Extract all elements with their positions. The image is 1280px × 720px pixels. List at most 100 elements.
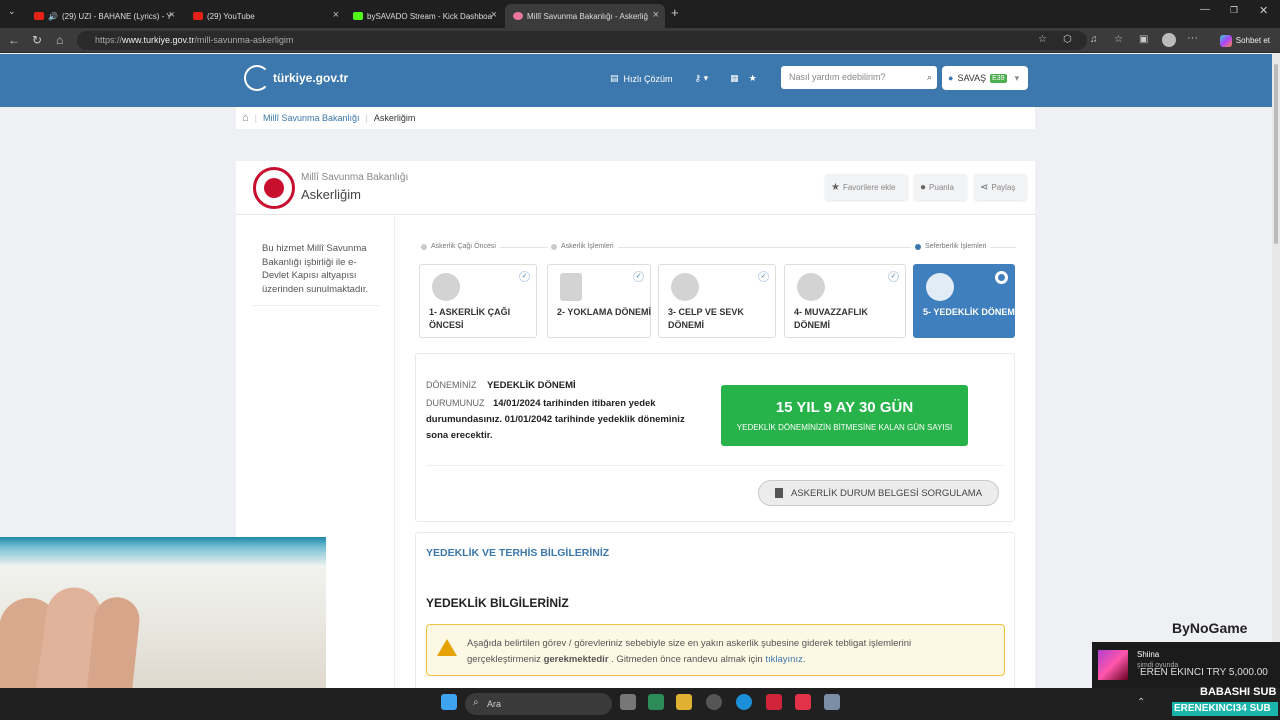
search-input[interactable]: Nasıl yardım edebilirim? (789, 72, 886, 82)
page-scrollbar[interactable] (1272, 54, 1280, 688)
copilot-icon (1219, 34, 1232, 47)
valorant-icon[interactable] (795, 694, 811, 710)
close-window-icon[interactable]: ✕ (1259, 4, 1268, 17)
search-icon[interactable]: ⌕ (927, 66, 932, 89)
close-tab-icon[interactable]: × (653, 9, 659, 21)
breadcrumb-item-current: Askerliğim (373, 113, 416, 123)
phase-mobilization: Seferberlik İşlemleri (911, 243, 991, 250)
windows-start-icon[interactable] (441, 694, 457, 710)
period-key: DÖNEMİNİZ (426, 380, 477, 390)
step-conscription[interactable]: ✓ 3- CELP VE SEVK DÖNEMİ (658, 264, 776, 338)
file-explorer-icon[interactable] (676, 694, 692, 710)
query-button-label: ASKERLİK DURUM BELGESİ SORGULAMA (790, 487, 983, 499)
alert-name: Shiina (1137, 650, 1160, 659)
new-tab-icon[interactable]: + (671, 5, 679, 20)
breadcrumb: ⌂ | Millî Savunma Bakanlığı | Askerliğim (236, 107, 1035, 129)
details-section-title[interactable]: YEDEKLİK VE TERHİS BİLGİLERİNİZ (426, 547, 609, 559)
more-icon[interactable]: ··· (1187, 32, 1198, 44)
appointment-link[interactable]: tıklayınız. (765, 654, 805, 665)
scrollbar-thumb[interactable] (1274, 64, 1278, 244)
warning-text-end: . Gitmeden önce randevu almak için (611, 654, 763, 665)
phase-label: Seferberlik İşlemleri (925, 243, 987, 250)
refresh-icon[interactable]: ↻ (32, 33, 42, 47)
reserve-info-title: YEDEKLİK BİLGİLERİNİZ (426, 596, 569, 610)
back-icon[interactable]: ← (8, 33, 20, 47)
quick-solution-button[interactable]: ▤ Hızlı Çözüm ⚷ ▾ ▦ ★ (610, 68, 757, 89)
youtube-icon (34, 12, 44, 20)
store-icon[interactable] (648, 694, 664, 710)
share-button[interactable]: ⋖ Paylaş (974, 174, 1027, 200)
maximize-icon[interactable]: ❐ (1230, 5, 1238, 16)
logo-ring-icon (244, 65, 270, 91)
wallet-icon[interactable]: ▣ (1139, 34, 1148, 45)
step-inspection[interactable]: ✓ 2- YOKLAMA DÖNEMİ (547, 264, 651, 338)
phase-military: Askerlik İşlemleri (547, 243, 618, 250)
tab-kick[interactable]: bySAVADO Stream - Kick Dashboa × (345, 4, 503, 28)
collections-icon[interactable]: ♫ (1090, 34, 1098, 45)
document-icon (774, 488, 783, 498)
step-active-duty[interactable]: ✓ 4- MUVAZZAFLIK DÖNEMİ (784, 264, 906, 338)
favorite-star-icon[interactable]: ☆ (1038, 34, 1047, 45)
home-icon[interactable]: ⌂ (242, 112, 249, 124)
audio-icon: 🔊 (48, 11, 58, 21)
tab-label: (29) UZI - BAHANE (Lyrics) - Y (61, 11, 172, 21)
close-tab-icon[interactable]: × (333, 9, 339, 21)
search-box[interactable]: Nasıl yardım edebilirim? ⌕ (781, 66, 937, 89)
tab-youtube-uzi[interactable]: 🔊 (29) UZI - BAHANE (Lyrics) - Y × (26, 4, 181, 28)
tray-chevron-icon[interactable]: ⌃ (1137, 697, 1145, 708)
close-tab-icon[interactable]: × (491, 9, 497, 21)
user-badge: E39 (990, 73, 1007, 83)
favorites-icon[interactable]: ☆ (1114, 34, 1123, 45)
warning-icon (437, 639, 457, 656)
step-label: 1- ASKERLİK ÇAĞI ÖNCESİ (429, 307, 511, 330)
settings-icon[interactable] (824, 694, 840, 710)
step-reserve[interactable]: 5- YEDEKLİK DÖNEMİ (913, 264, 1017, 338)
url-prefix: https:// (95, 35, 123, 45)
task-view-icon[interactable] (620, 694, 636, 710)
tab-turkiye-gov[interactable]: Millî Savunma Bakanlığı - Askerliğ × (505, 4, 665, 28)
remaining-time: 15 YIL 9 AY 30 GÜN (775, 399, 914, 416)
state-row: DURUMUNUZ 14/01/2024 tarihinden itibaren… (426, 395, 701, 443)
home-icon[interactable]: ⌂ (56, 33, 63, 47)
turkiye-gov-logo[interactable]: türkiye.gov.tr (244, 65, 348, 91)
rate-button[interactable]: ● Puanla (914, 174, 967, 200)
status-divider (426, 465, 1005, 466)
minimize-icon[interactable]: — (1200, 4, 1210, 15)
profile-avatar[interactable] (1162, 33, 1176, 47)
person-icon (926, 273, 954, 301)
warning-text-bold: gerekmektedir (543, 654, 609, 665)
step-pre-military[interactable]: ✓ 1- ASKERLİK ÇAĞI ÖNCESİ (419, 264, 537, 338)
tab-youtube[interactable]: (29) YouTube × (185, 4, 345, 28)
id-card-icon[interactable]: ▦ (730, 73, 739, 84)
remaining-time-box: 15 YIL 9 AY 30 GÜN YEDEKLİK DÖNEMİNİZİN … (721, 385, 968, 446)
edge-icon[interactable] (736, 694, 752, 710)
status-document-query-button[interactable]: ASKERLİK DURUM BELGESİ SORGULAMA (758, 480, 999, 506)
tab-label: bySAVADO Stream - Kick Dashboa (367, 11, 493, 21)
app-red-icon[interactable] (766, 694, 782, 710)
user-menu-button[interactable]: ● SAVAŞ E39 ▾ (942, 66, 1028, 90)
alert-avatar (1098, 650, 1128, 680)
remaining-caption: YEDEKLİK DÖNEMİNİZİN BİTMESİNE KALAN GÜN… (736, 423, 953, 432)
active-step-marker-icon (995, 271, 1008, 284)
clipboard-icon (560, 273, 582, 301)
extension-icon[interactable]: ⬡ (1063, 34, 1072, 45)
rate-label: Puanla (929, 182, 954, 192)
key-icon[interactable]: ⚷ ▾ (695, 73, 709, 84)
tab-list-icon[interactable]: ⌄ (8, 6, 16, 17)
copilot-button[interactable]: Sohbet et (1219, 32, 1270, 49)
phase-dot (421, 243, 427, 250)
app-icon[interactable] (706, 694, 722, 710)
msb-emblem-icon (253, 167, 295, 209)
url-field[interactable]: https://www.turkiye.gov.tr/mill-savunma-… (77, 31, 1087, 50)
taskbar-search[interactable]: Ara (465, 693, 612, 715)
breadcrumb-item-msb[interactable]: Millî Savunma Bakanlığı (263, 113, 360, 123)
star-icon[interactable]: ★ (749, 73, 757, 84)
close-tab-icon[interactable]: × (169, 9, 175, 21)
step-label: 3- CELP VE SEVK DÖNEMİ (668, 307, 744, 330)
sidebar-divider (252, 305, 380, 306)
add-favorite-button[interactable]: ★ Favorilere ekle (825, 174, 908, 200)
page-title: Askerliğim (301, 187, 361, 202)
kick-icon (353, 12, 363, 20)
service-provider-info: Bu hizmet Millî Savunma Bakanlığı işbirl… (262, 243, 369, 295)
tab-label: Millî Savunma Bakanlığı - Askerliğ (527, 11, 648, 21)
